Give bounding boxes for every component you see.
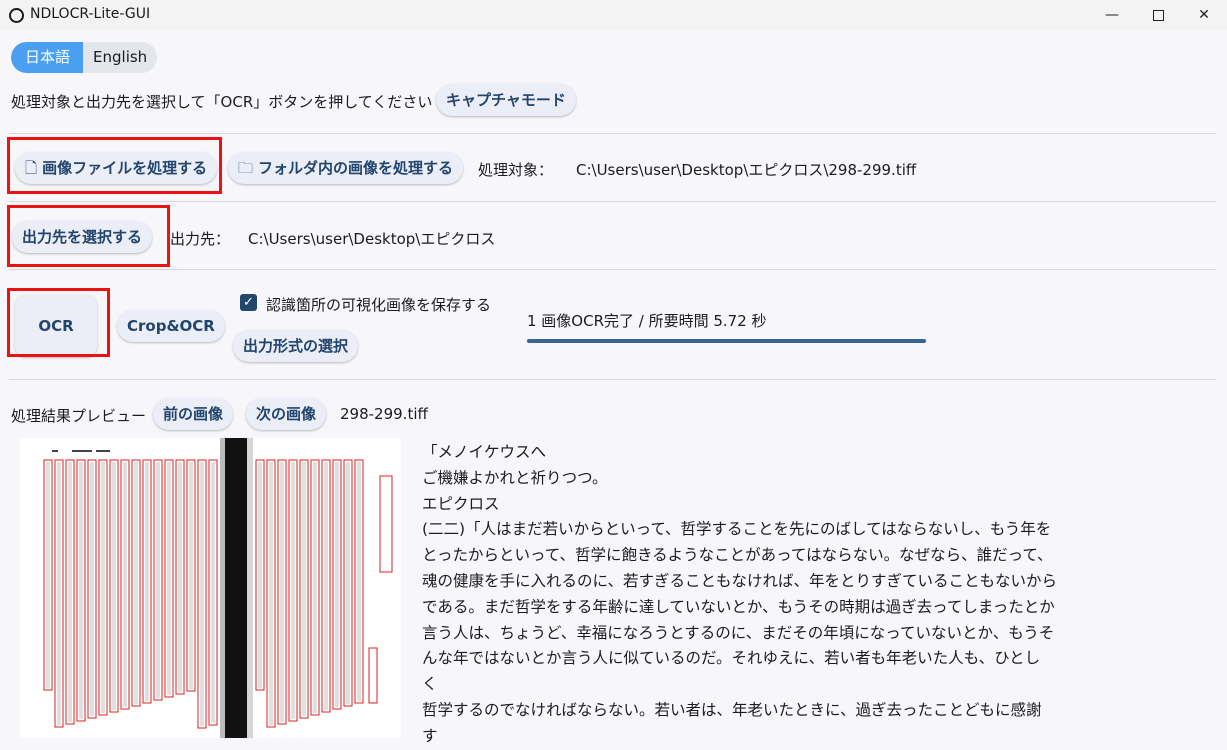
minimize-button[interactable]: — bbox=[1089, 0, 1135, 30]
text-column-ink bbox=[269, 462, 273, 725]
maximize-icon bbox=[1152, 9, 1164, 21]
text-column-ink bbox=[134, 462, 138, 704]
text-column-ink bbox=[178, 462, 182, 692]
ocr-text-line: 魂の健康を手に入れるのに、若すぎることもなければ、年をとりすぎていることもないか… bbox=[422, 571, 1058, 590]
ocr-text-line: とったからといって、哲学に飽きるようなことがあってはならない。なぜなら、誰だって… bbox=[422, 546, 1053, 565]
title-bar: NDLOCR-Lite-GUI — ✕ bbox=[0, 0, 1227, 30]
ocr-text-line: 「メノイケウスへ bbox=[422, 443, 547, 461]
highlight-box bbox=[7, 288, 110, 357]
text-column-ink bbox=[156, 462, 160, 698]
text-column-ink bbox=[90, 462, 94, 716]
highlight-box bbox=[7, 137, 222, 194]
text-column-ink bbox=[357, 462, 361, 701]
text-column-ink bbox=[200, 462, 204, 726]
preview-filename: 298-299.tiff bbox=[340, 405, 428, 423]
maximize-button[interactable] bbox=[1135, 0, 1181, 30]
text-column-ink bbox=[291, 462, 295, 719]
text-column-ink bbox=[258, 462, 262, 688]
close-icon: ✕ bbox=[1198, 7, 1210, 23]
text-column-ink bbox=[79, 462, 83, 719]
text-column-ink bbox=[145, 462, 149, 701]
source-label: 処理対象： bbox=[478, 161, 554, 179]
minimize-icon: — bbox=[1105, 7, 1119, 23]
ocr-text-line: 哲学するのでなければならない。若い者は、年老いたときに、過ぎ去ったことどもに感謝 bbox=[422, 700, 1042, 719]
ocr-text-line: (二二)「人はまだ若いからといって、哲学することを先にのばしてはならないし、もう… bbox=[422, 520, 1052, 539]
capture-mode-button[interactable]: キャプチャモード bbox=[436, 84, 576, 116]
save-visualization-checkbox[interactable]: ✓ bbox=[240, 294, 257, 311]
process-folder-label: フォルダ内の画像を処理する bbox=[258, 159, 454, 177]
text-column-ink bbox=[101, 462, 105, 713]
text-column-ink bbox=[46, 462, 50, 688]
text-column-ink bbox=[280, 462, 284, 722]
ocr-text-line: 言う人は、ちょうど、幸福になろうとするのに、まだその年頃になっていないとか、もう… bbox=[422, 623, 1055, 642]
ocr-text-line: んな年ではないとか言う人に似ているのだ。それゆえに、若い者も年老いた人も、ひとし bbox=[422, 649, 1041, 668]
text-column-ink bbox=[112, 462, 116, 710]
language-english-button[interactable]: English bbox=[83, 42, 157, 73]
checkmark-icon: ✓ bbox=[243, 295, 254, 310]
ocr-text-line: エピクロス bbox=[422, 494, 500, 513]
language-toggle: 日本語 English bbox=[11, 42, 158, 73]
text-column-ink bbox=[346, 462, 350, 704]
text-column-ink bbox=[123, 462, 127, 707]
divider bbox=[9, 133, 1216, 134]
ocr-text-line: である。まだ哲学をする年齢に達していないとか、もうその時期は過ぎ去ってしまったと… bbox=[422, 597, 1055, 616]
text-column-ink bbox=[68, 462, 72, 722]
window-title: NDLOCR-Lite-GUI bbox=[30, 6, 151, 22]
output-format-button[interactable]: 出力形式の選択 bbox=[233, 330, 359, 362]
source-path: C:\Users\user\Desktop\エピクロス\298-299.tiff bbox=[576, 161, 917, 179]
text-column-ink bbox=[324, 462, 328, 710]
app-icon bbox=[9, 8, 24, 23]
preview-label: 処理結果プレビュー bbox=[11, 407, 147, 425]
folder-icon: 🗀 bbox=[238, 159, 254, 177]
ocr-text-line: す bbox=[422, 726, 438, 745]
status-text: 1 画像OCR完了 / 所要時間 5.72 秒 bbox=[527, 312, 767, 330]
process-folder-button[interactable]: 🗀 フォルダ内の画像を処理する bbox=[228, 152, 464, 184]
previous-image-button[interactable]: 前の画像 bbox=[153, 398, 234, 430]
text-column-ink bbox=[302, 462, 306, 716]
close-button[interactable]: ✕ bbox=[1181, 0, 1227, 30]
divider bbox=[9, 201, 1216, 202]
next-image-button[interactable]: 次の画像 bbox=[246, 398, 327, 430]
text-column-ink bbox=[57, 462, 61, 725]
text-column-ink bbox=[167, 462, 171, 695]
output-path: C:\Users\user\Desktop\エピクロス bbox=[248, 230, 496, 248]
progress-bar bbox=[527, 339, 926, 343]
divider bbox=[9, 269, 1216, 270]
output-label: 出力先： bbox=[170, 230, 231, 248]
divider bbox=[9, 379, 1216, 380]
text-column-ink bbox=[189, 462, 193, 689]
language-japanese-button[interactable]: 日本語 bbox=[11, 42, 84, 73]
text-column-ink bbox=[335, 462, 339, 707]
save-visualization-label: 認識箇所の可視化画像を保存する bbox=[266, 296, 492, 314]
crop-ocr-button[interactable]: Crop&OCR bbox=[117, 310, 225, 342]
text-column-ink bbox=[313, 462, 317, 713]
preview-image bbox=[20, 438, 401, 738]
ocr-text-line: く bbox=[422, 675, 438, 694]
ocr-text-line: ご機嫌よかれと祈りつつ。 bbox=[422, 468, 608, 487]
scanned-page-image bbox=[20, 438, 401, 738]
ocr-result-text: 「メノイケウスへ ご機嫌よかれと祈りつつ。 エピクロス (二二)「人はまだ若いか… bbox=[422, 440, 1058, 750]
progress-fill bbox=[527, 339, 926, 343]
highlight-box bbox=[7, 205, 170, 267]
instruction-text: 処理対象と出力先を選択して「OCR」ボタンを押してください bbox=[11, 93, 433, 111]
text-column-ink bbox=[211, 462, 215, 723]
